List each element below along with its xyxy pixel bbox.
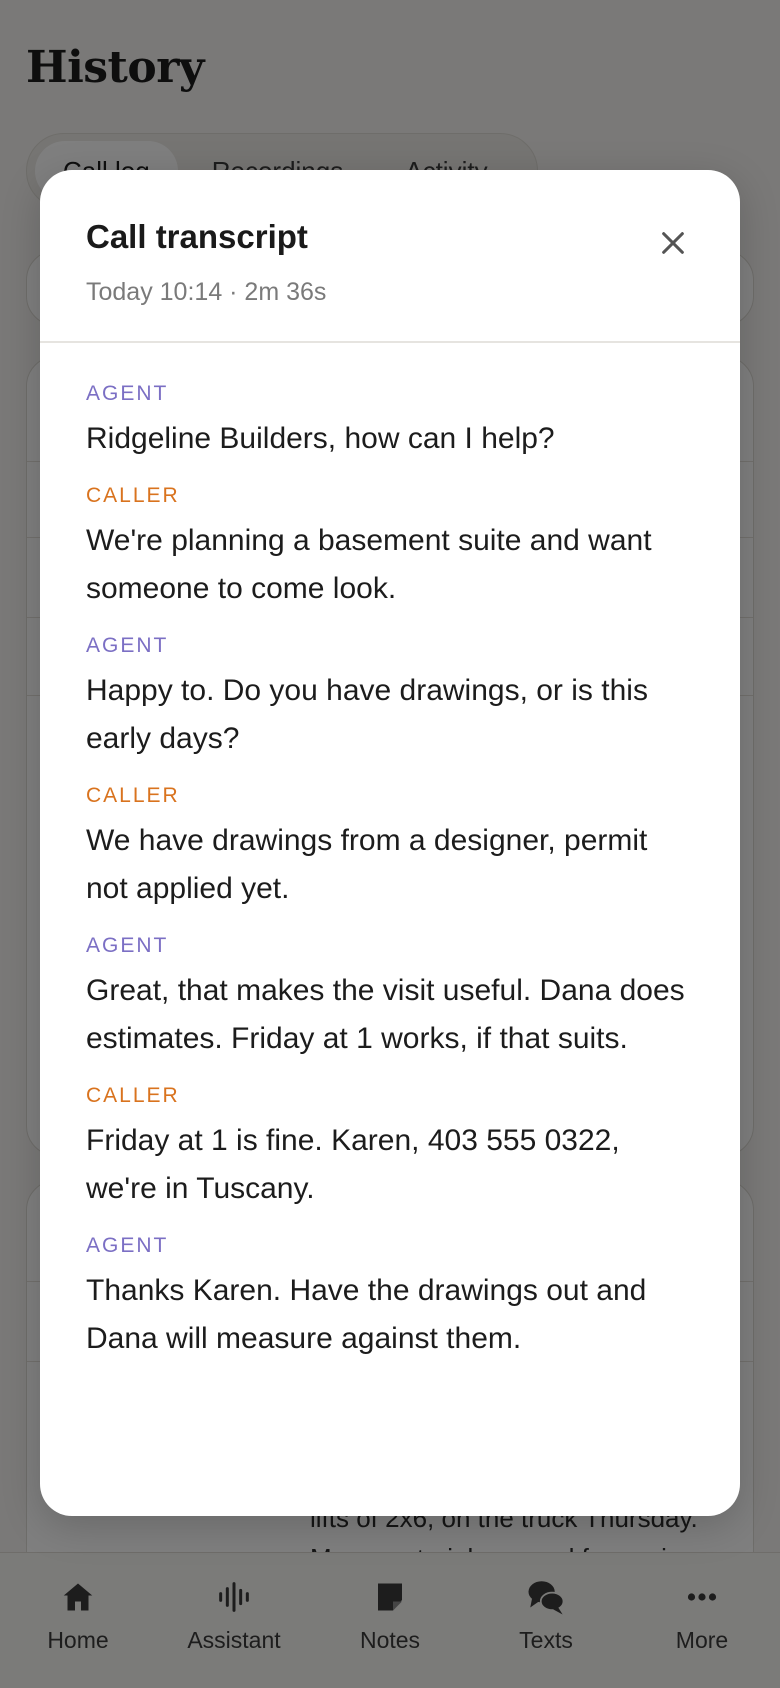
transcript-list: AGENT Ridgeline Builders, how can I help… (40, 343, 740, 1363)
utterance-text: Ridgeline Builders, how can I help? (86, 422, 555, 455)
transcript-turn: AGENT Ridgeline Builders, how can I help… (86, 379, 694, 463)
transcript-turn: AGENT Happy to. Do you have drawings, or… (86, 631, 694, 763)
utterance-text: We have drawings from a designer, permit… (86, 824, 648, 905)
speaker-label: CALLER (86, 1084, 180, 1107)
speaker-label: CALLER (86, 484, 180, 507)
transcript-turn: AGENT Great, that makes the visit useful… (86, 931, 694, 1063)
close-button[interactable] (650, 222, 696, 268)
transcript-turn: CALLER Friday at 1 is fine. Karen, 403 5… (86, 1081, 694, 1213)
speaker-label: AGENT (86, 1234, 169, 1257)
transcript-modal: Call transcript Today 10:14 · 2m 36s AGE… (40, 170, 740, 1516)
speaker-label: AGENT (86, 634, 169, 657)
utterance-text: We're planning a basement suite and want… (86, 524, 652, 605)
utterance-text: Friday at 1 is fine. Karen, 403 555 0322… (86, 1124, 620, 1205)
utterance-text: Great, that makes the visit useful. Dana… (86, 974, 685, 1055)
speaker-label: AGENT (86, 382, 169, 405)
modal-header: Call transcript Today 10:14 · 2m 36s (40, 170, 740, 343)
modal-title: Call transcript (86, 218, 308, 255)
call-meta: Today 10:14 · 2m 36s (86, 278, 327, 306)
utterance-text: Happy to. Do you have drawings, or is th… (86, 674, 648, 755)
transcript-turn: AGENT Thanks Karen. Have the drawings ou… (86, 1231, 694, 1363)
speaker-label: AGENT (86, 934, 169, 957)
history-screen: History Call log Recordings Activity lif… (0, 0, 780, 1688)
transcript-turn: CALLER We have drawings from a designer,… (86, 781, 694, 913)
transcript-turn: CALLER We're planning a basement suite a… (86, 481, 694, 613)
utterance-text: Thanks Karen. Have the drawings out and … (86, 1274, 647, 1355)
speaker-label: CALLER (86, 784, 180, 807)
close-icon (659, 229, 687, 262)
